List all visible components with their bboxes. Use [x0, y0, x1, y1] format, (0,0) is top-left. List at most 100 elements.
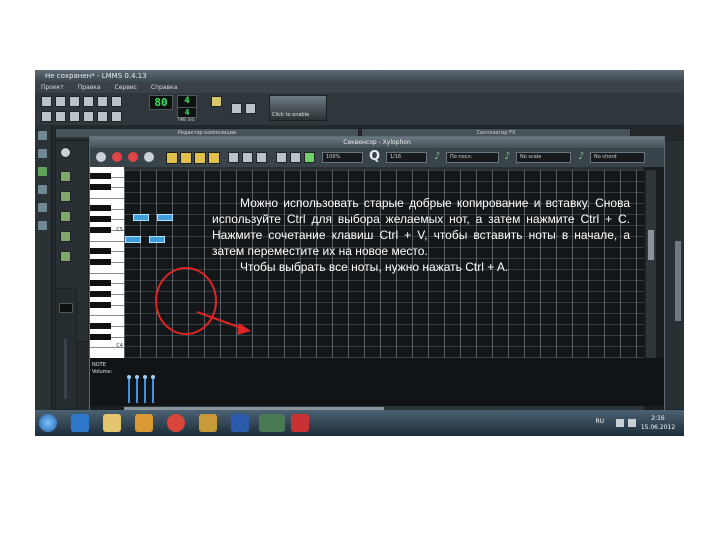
- recent-projects-icon[interactable]: [83, 96, 94, 107]
- volume-handle[interactable]: [127, 375, 131, 379]
- project-notes-icon[interactable]: [111, 111, 122, 122]
- paste-icon[interactable]: [256, 152, 267, 163]
- song-editor-icon[interactable]: [41, 111, 52, 122]
- black-key[interactable]: [90, 205, 111, 211]
- vertical-scrollbar[interactable]: [646, 170, 656, 358]
- note-block[interactable]: [157, 214, 173, 221]
- piano-roll-icon[interactable]: [69, 111, 80, 122]
- note-block[interactable]: [125, 236, 141, 243]
- my-projects-icon[interactable]: [38, 167, 47, 176]
- erase-mode-icon[interactable]: [180, 152, 192, 164]
- black-key[interactable]: [90, 184, 111, 190]
- black-key[interactable]: [90, 302, 111, 308]
- side-bar: [35, 125, 52, 415]
- track-instrument-icon[interactable]: [60, 251, 71, 262]
- cut-icon[interactable]: [228, 152, 239, 163]
- white-key-divider: [90, 198, 124, 199]
- quantize-combo[interactable]: 1/16: [386, 152, 427, 163]
- new-project-icon[interactable]: [41, 96, 52, 107]
- export-icon[interactable]: [111, 96, 122, 107]
- detune-mode-icon[interactable]: [208, 152, 220, 164]
- fader-track[interactable]: [64, 339, 67, 399]
- save-project-icon[interactable]: [97, 96, 108, 107]
- track-instrument-icon[interactable]: [60, 231, 71, 242]
- open-project-icon[interactable]: [69, 96, 80, 107]
- chrome-icon[interactable]: [167, 414, 185, 432]
- zoom-out-icon[interactable]: [290, 152, 301, 163]
- automation-editor-icon[interactable]: [83, 111, 94, 122]
- track-instrument-icon[interactable]: [60, 191, 71, 202]
- note-volume-pane[interactable]: NOTE Volume:: [90, 358, 664, 406]
- lmms-taskbar-icon[interactable]: [259, 414, 285, 432]
- chord-icon: ♪: [578, 151, 585, 162]
- black-key[interactable]: [90, 334, 111, 340]
- volume-handle[interactable]: [143, 375, 147, 379]
- my-home-icon[interactable]: [38, 185, 47, 194]
- vertical-scroll-thumb[interactable]: [648, 230, 654, 260]
- black-key[interactable]: [90, 173, 111, 179]
- oscilloscope-widget[interactable]: Click to enable: [269, 95, 327, 121]
- record-icon[interactable]: [112, 152, 122, 162]
- explorer-icon[interactable]: [103, 414, 121, 432]
- volume-bar[interactable]: [128, 377, 130, 403]
- media-player-icon[interactable]: [135, 414, 153, 432]
- black-key[interactable]: [90, 216, 111, 222]
- beat-editor-icon[interactable]: [55, 111, 66, 122]
- root-dir-icon[interactable]: [38, 203, 47, 212]
- track-instrument-icon[interactable]: [60, 211, 71, 222]
- menu-help[interactable]: Справка: [151, 84, 177, 91]
- black-key[interactable]: [90, 227, 111, 233]
- quantize-icon[interactable]: [304, 152, 315, 163]
- high-quality-icon[interactable]: [231, 103, 242, 114]
- piano-roll-title: Секвенсор - Xylophon: [90, 137, 664, 148]
- black-key[interactable]: [90, 291, 111, 297]
- volume-bar[interactable]: [152, 377, 154, 403]
- right-scrollbar[interactable]: [675, 241, 681, 321]
- note-length-combo[interactable]: По посл.: [446, 152, 499, 163]
- internet-explorer-icon[interactable]: [71, 414, 89, 432]
- piano-keyboard[interactable]: C5 C4: [90, 167, 124, 358]
- word-icon[interactable]: [231, 414, 249, 432]
- volume-handle[interactable]: [135, 375, 139, 379]
- stop-icon[interactable]: [144, 152, 154, 162]
- fx-mixer-icon[interactable]: [97, 111, 108, 122]
- volume-bar[interactable]: [136, 377, 138, 403]
- my-presets-icon[interactable]: [38, 131, 47, 140]
- note-block[interactable]: [149, 236, 165, 243]
- black-key[interactable]: [90, 259, 111, 265]
- play-icon[interactable]: [96, 152, 106, 162]
- zoom-combo[interactable]: 100%: [322, 152, 363, 163]
- language-indicator[interactable]: RU: [595, 418, 604, 425]
- black-key[interactable]: [90, 280, 111, 286]
- app-icon[interactable]: [199, 414, 217, 432]
- chord-combo[interactable]: No chord: [590, 152, 645, 163]
- copy-icon[interactable]: [242, 152, 253, 163]
- select-mode-icon[interactable]: [194, 152, 206, 164]
- metronome-icon[interactable]: [211, 96, 222, 107]
- record-while-playing-icon[interactable]: [128, 152, 138, 162]
- app-red-icon[interactable]: [291, 414, 309, 432]
- instruction-paragraph-1: Можно использовать старые добрые копиров…: [212, 196, 630, 258]
- note-block[interactable]: [133, 214, 149, 221]
- play-song-icon[interactable]: [60, 147, 71, 158]
- draw-mode-icon[interactable]: [166, 152, 178, 164]
- tempo-display[interactable]: 80: [149, 95, 173, 110]
- volume-bar[interactable]: [144, 377, 146, 403]
- system-clock[interactable]: 2:16 15.06.2012: [638, 414, 678, 432]
- new-template-icon[interactable]: [55, 96, 66, 107]
- instrument-plugins-icon[interactable]: [38, 221, 47, 230]
- start-button-icon[interactable]: [39, 414, 57, 432]
- black-key[interactable]: [90, 323, 111, 329]
- track-instrument-icon[interactable]: [60, 171, 71, 182]
- menu-edit[interactable]: Правка: [78, 84, 101, 91]
- menu-tools[interactable]: Сервис: [115, 84, 137, 91]
- scale-combo[interactable]: No scale: [516, 152, 571, 163]
- menu-project[interactable]: Проект: [41, 84, 64, 91]
- volume-handle[interactable]: [151, 375, 155, 379]
- my-samples-icon[interactable]: [38, 149, 47, 158]
- master-pitch-icon[interactable]: [245, 103, 256, 114]
- black-key[interactable]: [90, 248, 111, 254]
- volume-tray-icon[interactable]: [628, 419, 636, 427]
- zoom-in-icon[interactable]: [276, 152, 287, 163]
- tray-icon[interactable]: [616, 419, 624, 427]
